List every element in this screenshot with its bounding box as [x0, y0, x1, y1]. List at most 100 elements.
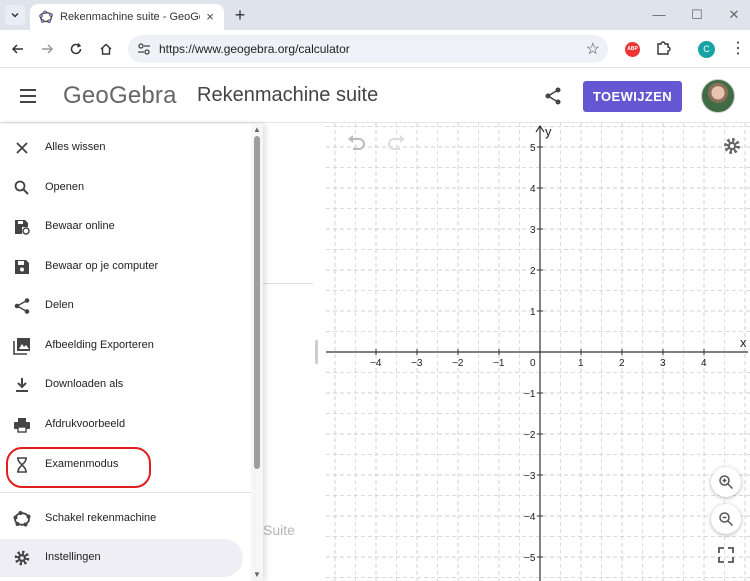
share-icon[interactable] [543, 86, 563, 106]
chevron-down-icon [11, 12, 19, 18]
extensions-puzzle-icon[interactable] [654, 39, 672, 57]
menu-item-save-online[interactable]: Bewaar online [0, 208, 243, 246]
app-title: Rekenmachine suite [197, 84, 379, 106]
menu-item-label: Examenmodus [45, 458, 119, 470]
menu-item-label: Schakel rekenmachine [45, 512, 157, 524]
x-axis-label: x [740, 335, 747, 350]
adblock-extension-icon[interactable]: ABP [625, 42, 640, 57]
menu-item-exam-mode[interactable]: Examenmodus [0, 446, 243, 484]
menu-item-settings[interactable]: Instellingen [0, 539, 243, 577]
y-tick-label: 1 [530, 307, 536, 318]
scrollbar-thumb[interactable] [254, 136, 260, 469]
site-settings-icon[interactable] [136, 41, 152, 57]
redo-icon[interactable] [386, 135, 408, 151]
menu-item-label: Bewaar online [45, 220, 115, 232]
y-tick-label: −1 [524, 389, 536, 400]
undo-icon[interactable] [345, 135, 367, 151]
menu-item-label: Instellingen [45, 551, 101, 563]
zoom-in-icon [719, 475, 734, 490]
menu-item-save-to-computer[interactable]: Bewaar op je computer [0, 248, 243, 286]
zoom-in-button[interactable] [711, 467, 741, 497]
menu-item-label: Afbeelding Exporteren [45, 339, 154, 351]
home-icon [100, 43, 112, 55]
minimize-button[interactable]: — [650, 6, 668, 24]
menu-item-share[interactable]: Delen [0, 287, 243, 325]
graphics-settings-gear-icon[interactable] [722, 136, 742, 156]
menu-item-print-preview[interactable]: Afdrukvoorbeeld [0, 406, 243, 444]
x-tick-label: 2 [619, 358, 625, 369]
menu-item-switch-calculator[interactable]: Schakel rekenmachine [0, 500, 243, 538]
menu-item-label: Openen [45, 181, 85, 193]
browser-tab-strip: Rekenmachine suite - GeoGebra × + — ☐ ✕ [0, 0, 750, 30]
menu-item-download-as[interactable]: Downloaden als [0, 366, 243, 404]
download-icon [16, 378, 28, 392]
tab-close-icon[interactable]: × [202, 9, 218, 25]
bookmark-star-icon[interactable]: ☆ [586, 39, 600, 59]
x-tick-label: −4 [370, 358, 382, 369]
fullscreen-icon[interactable] [717, 546, 735, 564]
back-button[interactable] [8, 39, 28, 59]
tab-search-button[interactable] [5, 5, 25, 25]
y-tick-label: −5 [524, 553, 536, 564]
save-icon [15, 260, 29, 274]
x-tick-label: 3 [660, 358, 666, 369]
y-tick-label: −2 [524, 430, 536, 441]
y-tick-label: 2 [530, 266, 536, 277]
scroll-up-arrow-icon[interactable]: ▲ [253, 125, 261, 134]
close-icon [16, 142, 28, 154]
browser-profile-avatar[interactable]: C [698, 41, 715, 58]
zoom-out-button[interactable] [711, 504, 741, 534]
home-button[interactable] [96, 39, 116, 59]
x-tick-label: −3 [411, 358, 423, 369]
geogebra-icon [13, 511, 31, 527]
app-header: GeoGebra Rekenmachine suite TOEWIJZEN [0, 69, 750, 123]
menu-item-label: Afdrukvoorbeeld [45, 418, 126, 430]
browser-tab[interactable]: Rekenmachine suite - GeoGebra × [30, 4, 224, 30]
coordinate-grid[interactable]: x y −4 −3 −2 −1 0 1 2 3 4 −5 −4 −3 −2 −1 1 2 3 4 5 [326, 123, 750, 581]
menu-item-label: Bewaar op je computer [45, 260, 159, 272]
suite-watermark-text: Suite [263, 522, 295, 538]
y-tick-label: 3 [530, 225, 536, 236]
arrow-left-icon [11, 44, 23, 54]
x-tick-label: 4 [701, 358, 707, 369]
menu-scrollbar[interactable]: ▲ ▼ [251, 124, 263, 581]
search-icon [14, 180, 29, 195]
new-tab-button[interactable]: + [231, 6, 249, 24]
hamburger-menu-icon[interactable] [18, 88, 38, 104]
y-tick-label: 4 [530, 184, 536, 195]
forward-button[interactable] [37, 39, 57, 59]
cloud-save-icon [15, 220, 30, 235]
tab-title: Rekenmachine suite - GeoGebra [60, 11, 200, 23]
x-tick-label: 0 [530, 358, 536, 369]
graphics-view[interactable]: x y −4 −3 −2 −1 0 1 2 3 4 −5 −4 −3 −2 −1 1 2 3 4 5 [326, 123, 750, 581]
menu-item-export-image[interactable]: Afbeelding Exporteren [0, 327, 243, 365]
assign-button[interactable]: TOEWIJZEN [583, 81, 682, 112]
reload-icon [70, 43, 82, 55]
scroll-down-arrow-icon[interactable]: ▼ [253, 570, 261, 579]
y-tick-label: 5 [530, 143, 536, 154]
y-tick-label: −3 [524, 471, 536, 482]
x-tick-label: −2 [452, 358, 464, 369]
maximize-button[interactable]: ☐ [688, 6, 706, 24]
panel-resize-handle[interactable] [315, 340, 318, 364]
browser-menu-icon[interactable]: ⋮ [730, 40, 746, 58]
y-tick-label: −4 [524, 512, 536, 523]
share-icon [14, 298, 30, 314]
main-menu-drawer: Alles wissen Openen Bewaar online Bewaar… [0, 124, 263, 581]
menu-separator [0, 492, 251, 493]
window-close-button[interactable]: ✕ [725, 6, 743, 24]
y-axis-label: y [545, 124, 552, 139]
user-avatar[interactable] [701, 79, 735, 113]
address-bar[interactable]: https://www.geogebra.org/calculator ☆ [128, 35, 608, 63]
hourglass-icon [17, 457, 27, 473]
geogebra-logo[interactable]: GeoGebra [63, 82, 177, 110]
reload-button[interactable] [66, 39, 86, 59]
image-icon [13, 338, 30, 355]
menu-item-label: Downloaden als [45, 378, 124, 390]
menu-item-clear-all[interactable]: Alles wissen [0, 129, 243, 167]
zoom-out-icon [719, 512, 734, 527]
menu-item-label: Alles wissen [45, 141, 106, 153]
x-tick-label: 1 [578, 358, 584, 369]
menu-item-open[interactable]: Openen [0, 169, 243, 207]
algebra-input-line [263, 283, 313, 284]
